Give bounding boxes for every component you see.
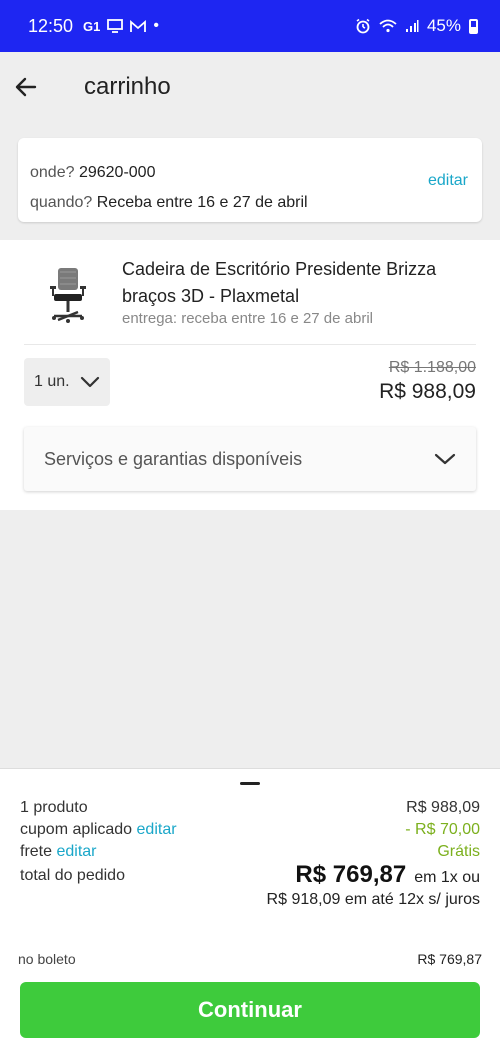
alarm-icon (355, 18, 371, 34)
services-label: Serviços e garantias disponíveis (44, 448, 303, 469)
wifi-icon (379, 19, 397, 33)
chevron-down-icon (80, 376, 99, 388)
battery-icon (469, 18, 478, 34)
quantity-value: 1 un. (34, 373, 70, 390)
products-count-label: 1 produto (20, 799, 88, 816)
delivery-card: onde? 29620-000 quando? Receba entre 16 … (18, 138, 482, 222)
edit-coupon-link[interactable]: editar (137, 821, 177, 838)
divider (24, 344, 476, 345)
product-price: R$ 988,09 (379, 380, 476, 403)
total-line: R$ 769,87 em 1x ou (295, 861, 480, 889)
back-button[interactable] (0, 52, 56, 122)
mail-icon (130, 19, 147, 33)
coupon-row: cupom aplicado editar (20, 821, 177, 839)
delivery-where-label: onde? (30, 164, 75, 181)
total-price: R$ 769,87 (295, 861, 407, 888)
total-label: total do pedido (20, 867, 125, 884)
page-title: carrinho (84, 73, 171, 100)
coupon-label: cupom aplicado (20, 821, 133, 838)
quantity-select[interactable]: 1 un. (24, 358, 110, 406)
delivery-where-row: onde? 29620-000 (30, 158, 470, 188)
shipping-value: Grátis (437, 843, 480, 860)
boleto-label: no boleto (18, 951, 76, 967)
product-delivery-estimate: entrega: receba entre 16 e 27 de abril (122, 310, 374, 327)
status-left-icons: G1 • (83, 17, 159, 35)
product-title[interactable]: Cadeira de Escritório Presidente Brizza … (122, 256, 482, 310)
chevron-down-icon (434, 453, 456, 465)
drag-handle[interactable] (240, 782, 260, 785)
services-warranty-dropdown[interactable]: Serviços e garantias disponíveis (24, 427, 476, 491)
installments-info: R$ 918,09 em até 12x s/ juros (266, 891, 480, 908)
g1-icon: G1 (83, 18, 101, 34)
cart-item: Cadeira de Escritório Presidente Brizza … (0, 240, 500, 510)
product-image[interactable] (46, 264, 90, 324)
battery-percent: 45% (426, 16, 461, 35)
delivery-when-label: quando? (30, 194, 93, 211)
signal-icon (405, 19, 419, 33)
total-payment-note: em 1x ou (414, 869, 480, 886)
boleto-price: R$ 769,87 (417, 951, 482, 967)
dot-icon: • (153, 17, 159, 34)
old-price: R$ 1.188,00 (388, 359, 476, 376)
products-subtotal: R$ 988,09 (406, 799, 480, 816)
delivery-date-range: Receba entre 16 e 27 de abril (96, 194, 308, 211)
coupon-discount: - R$ 70,00 (405, 821, 480, 838)
status-bar: 12:50 G1 • 45% (0, 0, 500, 52)
shipping-row: frete editar (20, 843, 97, 861)
tv-icon (107, 19, 124, 33)
status-time: 12:50 (28, 15, 74, 36)
arrow-left-icon (15, 77, 37, 97)
order-summary-sheet: 1 produto R$ 988,09 cupom aplicado edita… (0, 768, 500, 1056)
delivery-when-row: quando? Receba entre 16 e 27 de abril (30, 188, 470, 218)
continue-button[interactable]: Continuar (20, 982, 480, 1038)
edit-shipping-link[interactable]: editar (56, 843, 96, 860)
status-right-icons: 45% (355, 16, 478, 36)
edit-delivery-link[interactable]: editar (428, 172, 468, 190)
delivery-cep: 29620-000 (78, 164, 156, 181)
app-header: carrinho (0, 52, 500, 122)
shipping-label: frete (20, 843, 53, 860)
